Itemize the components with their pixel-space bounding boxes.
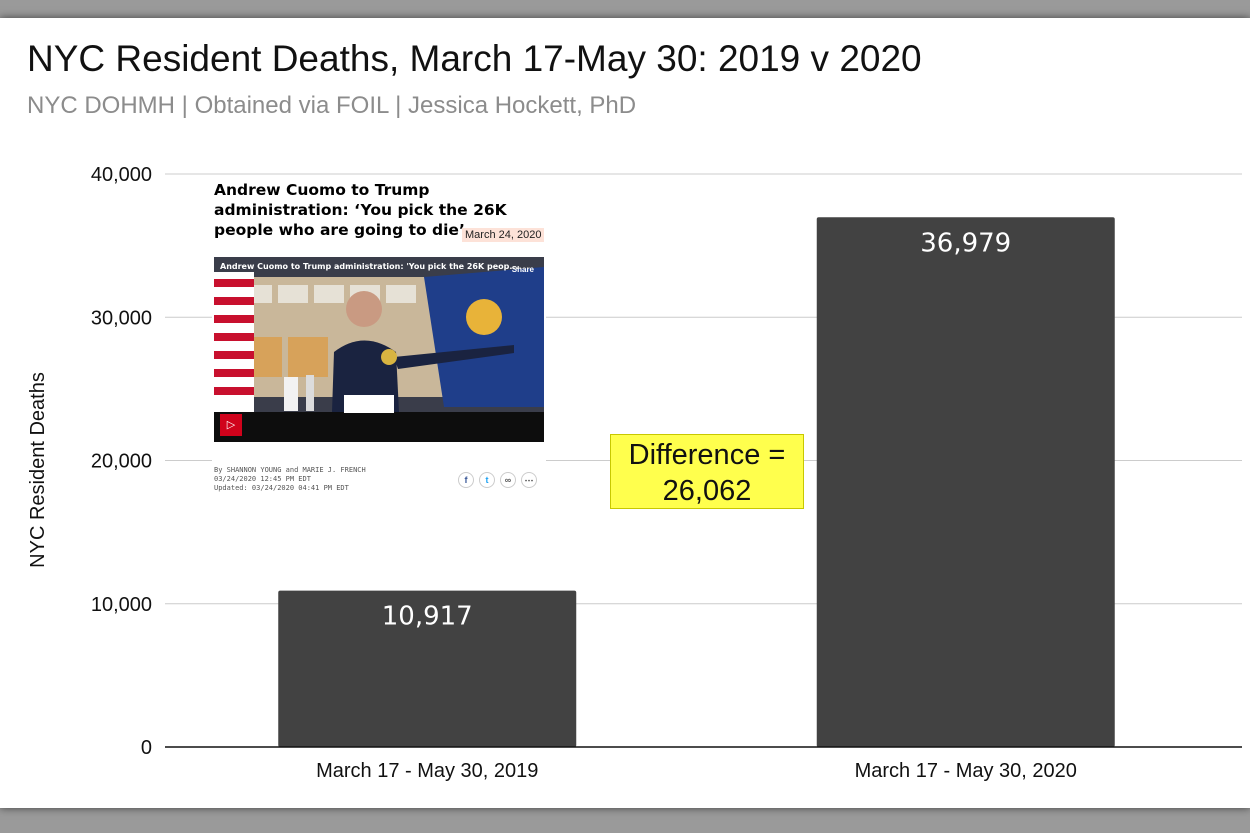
x-category-labels: March 17 - May 30, 2019 March 17 - May 30…: [316, 760, 1077, 782]
share-button[interactable]: Share: [512, 265, 534, 274]
play-icon[interactable]: ▷: [220, 414, 242, 436]
byline-updated: Updated: 03/24/2020 04:41 PM EDT: [214, 484, 349, 492]
y-axis-label: NYC Resident Deaths: [27, 372, 49, 568]
more-icon[interactable]: ⋯: [521, 472, 537, 488]
byline-published: 03/24/2020 12:45 PM EDT: [214, 475, 311, 483]
byline-authors: By SHANNON YOUNG and MARIE J. FRENCH: [214, 466, 366, 474]
x-category-label: March 17 - May 30, 2019: [316, 760, 538, 782]
bar-chart: 0 10,000 20,000 30,000 40,000 10,917 36,979 M…: [27, 164, 1242, 782]
y-tick-label: 20,000: [91, 451, 152, 473]
press-conference-photo: [214, 257, 544, 442]
y-tick-labels: 0 10,000 20,000 30,000 40,000: [91, 164, 152, 759]
bar: [816, 217, 1115, 747]
inset-news-article: Andrew Cuomo to Trump administration: ‘Y…: [212, 180, 546, 492]
y-tick-label: 0: [141, 737, 152, 759]
difference-callout: Difference = 26,062: [610, 434, 804, 509]
data-label: 10,917: [382, 602, 473, 632]
callout-line-1: Difference =: [628, 439, 786, 471]
x-category-label: March 17 - May 30, 2020: [855, 760, 1077, 782]
article-date: March 24, 2020: [462, 228, 545, 242]
data-label: 36,979: [920, 228, 1011, 258]
callout-line-2: 26,062: [662, 475, 752, 507]
facebook-icon[interactable]: f: [458, 472, 474, 488]
share-icons: f t ∞ ⋯: [458, 470, 542, 488]
article-video-thumbnail[interactable]: Andrew Cuomo to Trump administration: 'Y…: [214, 257, 544, 442]
y-tick-label: 10,000: [91, 594, 152, 616]
article-byline: By SHANNON YOUNG and MARIE J. FRENCH 03/…: [214, 466, 366, 493]
link-icon[interactable]: ∞: [500, 472, 516, 488]
y-tick-label: 40,000: [91, 164, 152, 186]
video-title: Andrew Cuomo to Trump administration: 'Y…: [220, 262, 519, 271]
twitter-icon[interactable]: t: [479, 472, 495, 488]
y-tick-label: 30,000: [91, 307, 152, 329]
